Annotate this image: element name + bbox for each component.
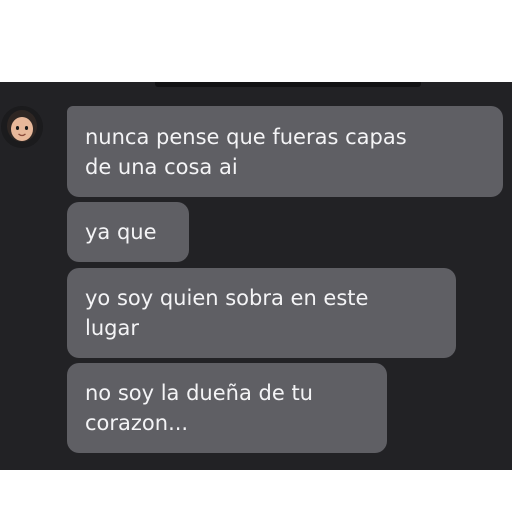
avatar-face-icon	[1, 106, 43, 148]
message-bubble[interactable]: ya que	[67, 202, 189, 262]
message-bubble[interactable]: nunca pense que fueras capas de una cosa…	[67, 106, 503, 197]
avatar[interactable]	[1, 106, 43, 148]
message-bubble[interactable]: no soy la dueña de tu corazon...	[67, 363, 387, 453]
message-bubble[interactable]: yo soy quien sobra en este lugar	[67, 268, 456, 358]
chat-panel: nunca pense que fueras capas de una cosa…	[0, 82, 512, 470]
top-bar	[155, 82, 421, 87]
